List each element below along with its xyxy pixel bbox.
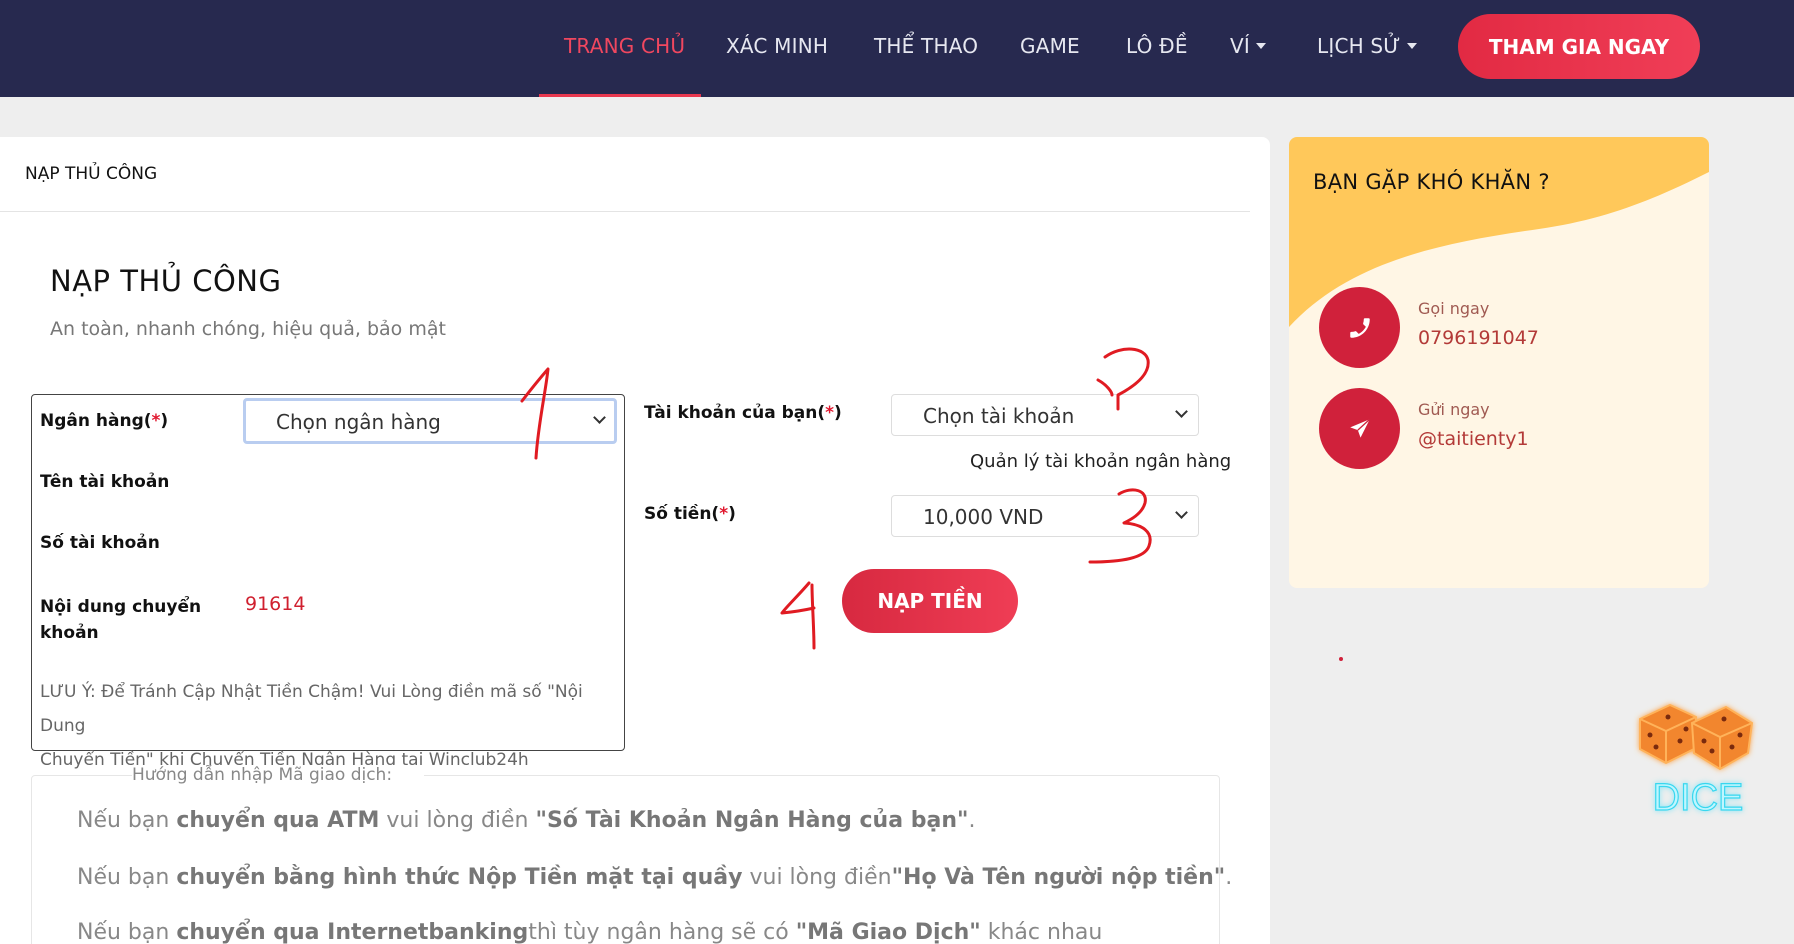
transfer-note-line1: LƯU Ý: Để Tránh Cập Nhật Tiền Chậm! Vui … [40,682,583,736]
call-button[interactable] [1319,287,1400,368]
account-name-label: Tên tài khoản [40,472,170,492]
send-label: Gửi ngay [1418,400,1490,419]
nav-item-vi-label: VÍ [1230,34,1250,58]
transfer-content-value: 91614 [245,593,306,615]
amount-select[interactable]: 10,000 VND [891,495,1199,537]
transfer-content-label-line2: khoản [40,623,99,643]
chevron-down-icon [1175,405,1188,418]
account-select-value: Chọn tài khoản [923,404,1075,428]
nav-item-the-thao[interactable]: THỂ THAO [874,34,978,58]
account-number-label: Số tài khoản [40,533,160,553]
account-select[interactable]: Chọn tài khoản [891,394,1199,436]
page-subtitle: An toàn, nhanh chóng, hiệu quả, bảo mật [50,318,446,340]
divider [0,211,1250,212]
telegram-handle[interactable]: @taitienty1 [1418,428,1529,450]
telegram-button[interactable] [1319,388,1400,469]
nav-item-game[interactable]: GAME [1020,34,1080,58]
join-now-button[interactable]: THAM GIA NGAY [1458,14,1700,79]
support-card-title: BẠN GẶP KHÓ KHĂN ? [1313,170,1550,194]
nav-item-lich-su-label: LỊCH SỬ [1317,34,1401,58]
transaction-code-guide: Hướng dẫn nhập Mã giao dịch: Nếu bạn chu… [31,765,1232,944]
call-label: Gọi ngay [1418,299,1490,318]
bank-label-paren: ) [160,411,169,431]
required-mark: * [719,504,729,524]
guide-line-internetbanking: Nếu bạn chuyển qua Internetbankingthì tù… [77,920,1103,944]
bank-label: Ngân hàng(*) [40,411,168,431]
your-account-label-paren: ) [834,403,842,423]
dice-logo-text: DICE [1653,777,1744,819]
manage-bank-accounts-link[interactable]: Quản lý tài khoản ngân hàng [970,451,1231,472]
guide-line-atm: Nếu bạn chuyển qua ATM vui lòng điền "Số… [77,808,976,833]
your-account-label-text: Tài khoản của bạn( [644,403,826,423]
support-card: BẠN GẶP KHÓ KHĂN ? Gọi ngay 0796191047 G… [1289,137,1709,588]
decorative-dot [1339,657,1343,661]
transfer-content-label-line1: Nội dung chuyển [40,597,202,617]
card-header-title: NẠP THỦ CÔNG [25,164,158,184]
nav-item-lo-de[interactable]: LÔ ĐỀ [1126,34,1188,58]
transfer-note: LƯU Ý: Để Tránh Cập Nhật Tiền Chậm! Vui … [40,675,615,777]
amount-label-paren: ) [728,504,736,524]
your-account-label: Tài khoản của bạn(*) [644,403,842,423]
caret-down-icon [1255,42,1266,49]
nav-item-trang-chu[interactable]: TRANG CHỦ [564,34,685,58]
nav-item-xac-minh[interactable]: XÁC MINH [726,34,828,58]
transfer-content-label: Nội dung chuyển khoản [40,594,201,646]
nav-item-vi[interactable]: VÍ [1230,34,1266,58]
page-title: NẠP THỦ CÔNG [50,264,282,298]
amount-select-value: 10,000 VND [923,505,1044,529]
nav-item-lich-su[interactable]: LỊCH SỬ [1317,34,1417,58]
dice-game-logo[interactable]: DICE [1628,697,1768,822]
deposit-button[interactable]: NẠP TIỀN [842,569,1018,633]
bank-select[interactable]: Chọn ngân hàng [243,398,617,444]
paper-plane-icon [1349,418,1370,438]
chevron-down-icon [593,411,606,424]
required-mark: * [825,403,835,423]
amount-label-text: Số tiền( [644,504,720,524]
bank-select-value: Chọn ngân hàng [276,410,441,434]
bank-info-box: Ngân hàng(*) Chọn ngân hàng Tên tài khoả… [31,394,625,770]
active-tab-indicator [539,94,701,97]
bank-label-text: Ngân hàng( [40,411,152,431]
chevron-down-icon [1175,506,1188,519]
dice-icon [1639,703,1754,771]
amount-label: Số tiền(*) [644,504,736,524]
guide-line-cash: Nếu bạn chuyển bằng hình thức Nộp Tiền m… [77,865,1233,890]
call-phone-number[interactable]: 0796191047 [1418,327,1539,349]
top-navbar: TRANG CHỦ XÁC MINH THỂ THAO GAME LÔ ĐỀ V… [0,0,1794,97]
phone-icon [1349,317,1370,338]
caret-down-icon [1406,42,1417,49]
deposit-card: NẠP THỦ CÔNG NẠP THỦ CÔNG An toàn, nhanh… [0,137,1270,944]
guide-legend: Hướng dẫn nhập Mã giao dịch: [132,765,425,785]
